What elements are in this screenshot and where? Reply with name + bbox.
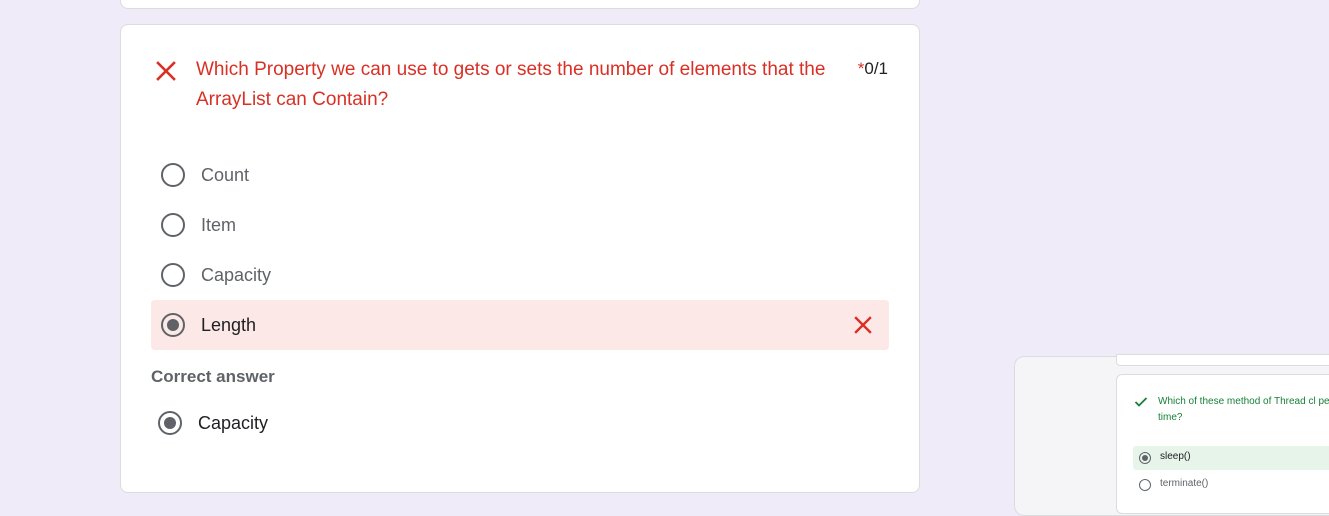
- question-title: Which Property we can use to gets or set…: [196, 59, 826, 110]
- preview-question-card: Which of these method of Thread cl perio…: [1116, 374, 1329, 514]
- close-icon: [155, 60, 177, 82]
- option-length-selected-wrong[interactable]: Length: [151, 300, 889, 350]
- radio-button[interactable]: [161, 163, 185, 187]
- score-value: 0/1: [864, 59, 888, 78]
- preview-question-title: Which of these method of Thread cl perio…: [1158, 396, 1329, 423]
- option-item[interactable]: Item: [151, 200, 889, 250]
- radio-button-checked[interactable]: [161, 313, 185, 337]
- radio-button-checked: [1139, 452, 1151, 464]
- preview-previous-card: [1116, 354, 1329, 366]
- option-label: Count: [201, 165, 250, 185]
- check-icon: [1134, 395, 1148, 413]
- preview-option-label: terminate(): [1160, 478, 1209, 489]
- correct-answer-label: Capacity: [198, 413, 269, 433]
- option-capacity[interactable]: Capacity: [151, 250, 889, 300]
- close-icon: [853, 315, 873, 335]
- preview-option-label: sleep(): [1160, 451, 1191, 462]
- radio-button-checked: [158, 411, 182, 435]
- option-label: Item: [201, 215, 237, 235]
- question-score: *0/1: [858, 59, 888, 79]
- radio-button[interactable]: [161, 213, 185, 237]
- option-label: Length: [201, 315, 257, 335]
- correct-answer-heading: Correct answer: [151, 367, 275, 386]
- option-label: Capacity: [201, 265, 272, 285]
- radio-button: [1139, 479, 1151, 491]
- previous-question-card: [120, 0, 920, 9]
- question-card: Which Property we can use to gets or set…: [120, 24, 920, 493]
- correct-answer-option: Capacity: [148, 398, 886, 448]
- radio-button[interactable]: [161, 263, 185, 287]
- preview-option-sleep: sleep(): [1133, 446, 1329, 470]
- preview-option-terminate: terminate(): [1133, 473, 1329, 497]
- option-count[interactable]: Count: [151, 150, 889, 200]
